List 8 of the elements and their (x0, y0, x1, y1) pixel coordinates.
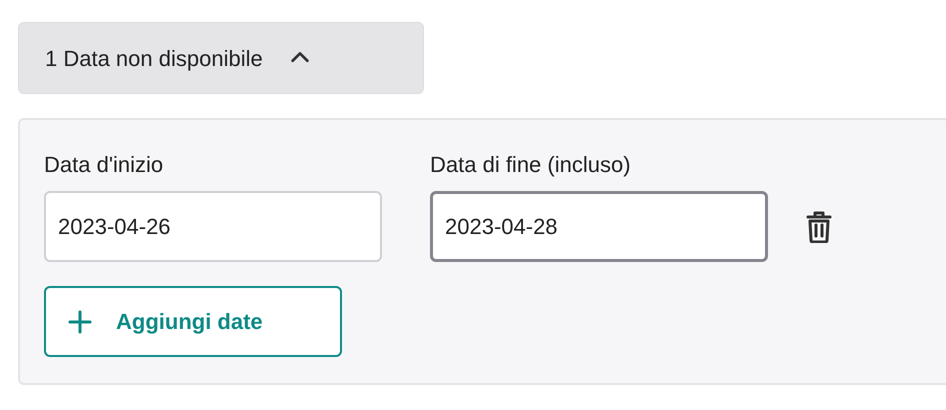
date-field[interactable]: 2023-04-26 (44, 191, 382, 262)
delete-icon[interactable] (806, 210, 832, 242)
date-field[interactable]: 2023-04-28 (430, 191, 768, 262)
field-label: Data di fine (incluso) (430, 151, 632, 179)
add-dates-button[interactable]: Aggiungi date (44, 286, 342, 357)
collapse-toggle-button[interactable]: 1 Data non disponibile (18, 22, 424, 94)
plus-icon (68, 310, 92, 334)
field-label: Data d'inizio (44, 151, 164, 179)
